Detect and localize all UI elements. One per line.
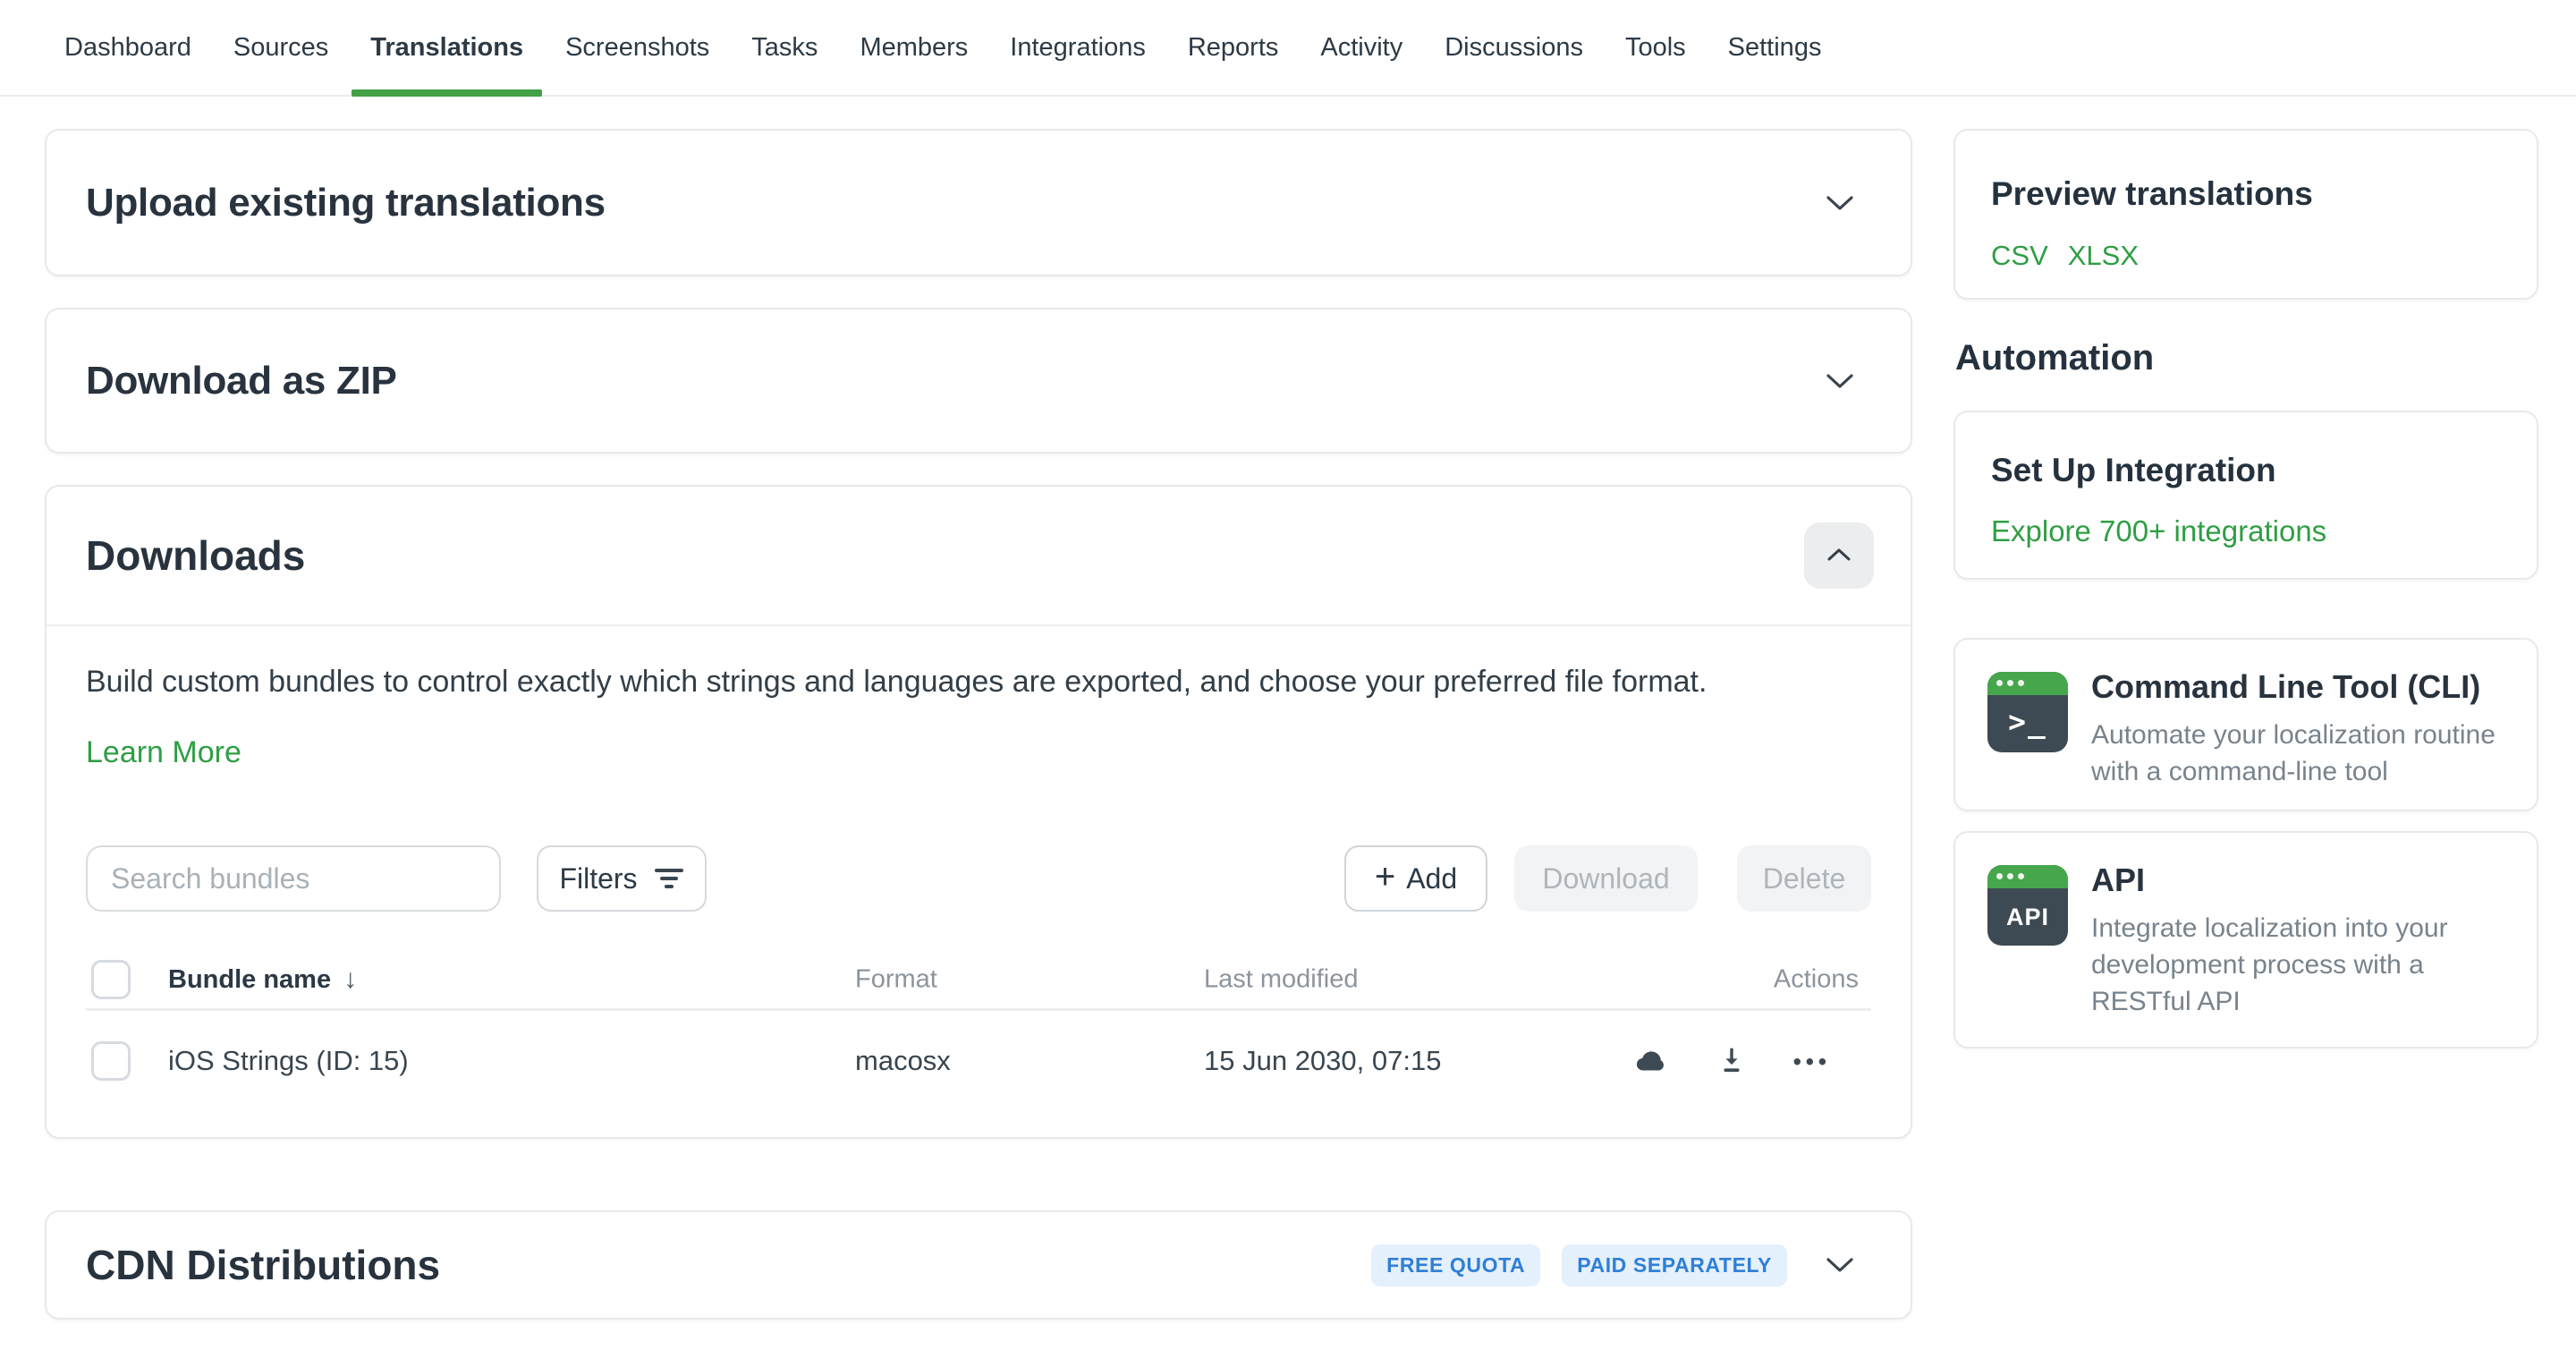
nav-tasks[interactable]: Tasks: [751, 1, 818, 95]
search-bundles-input[interactable]: [86, 845, 501, 912]
filters-button-label: Filters: [559, 862, 637, 895]
preview-translations-title: Preview translations: [1991, 175, 2501, 213]
column-actions: Actions: [1774, 965, 1859, 995]
nav-translations[interactable]: Translations: [370, 1, 523, 95]
column-bundle-name[interactable]: Bundle name ↓: [168, 964, 357, 995]
automation-heading: Automation: [1955, 338, 2154, 378]
bundle-name-cell: iOS Strings (ID: 15): [168, 1045, 409, 1077]
cloud-export-button[interactable]: [1631, 1044, 1670, 1079]
cloud-icon: [1631, 1044, 1670, 1079]
api-glyph: API: [1987, 888, 2068, 946]
api-card-description: Integrate localization into your develop…: [2091, 910, 2510, 1020]
nav-screenshots[interactable]: Screenshots: [565, 1, 709, 95]
paid-separately-badge: PAID SEPARATELY: [1562, 1244, 1787, 1286]
nav-activity[interactable]: Activity: [1320, 1, 1402, 95]
cli-card-description: Automate your localization routine with …: [2091, 717, 2510, 790]
nav-integrations[interactable]: Integrations: [1010, 1, 1146, 95]
chevron-down-icon[interactable]: [1825, 194, 1855, 212]
sort-desc-icon: ↓: [343, 964, 357, 995]
plus-icon: +: [1375, 859, 1395, 895]
download-button[interactable]: Download: [1514, 845, 1698, 912]
setup-integration-title: Set Up Integration: [1991, 452, 2501, 489]
learn-more-link[interactable]: Learn More: [86, 735, 242, 770]
cli-terminal-icon: >_: [1987, 672, 2068, 752]
nav-tools[interactable]: Tools: [1625, 1, 1686, 95]
nav-sources[interactable]: Sources: [233, 1, 328, 95]
column-format: Format: [855, 965, 937, 995]
column-bundle-name-label: Bundle name: [168, 965, 331, 995]
cli-card-title: Command Line Tool (CLI): [2091, 668, 2510, 706]
delete-button[interactable]: Delete: [1737, 845, 1871, 912]
download-zip-card[interactable]: Download as ZIP: [45, 308, 1912, 454]
top-nav: Dashboard Sources Translations Screensho…: [0, 0, 2576, 97]
ellipsis-icon: •••: [1793, 1049, 1831, 1073]
downloads-card: Downloads Build custom bundles to contro…: [45, 485, 1912, 1139]
row-actions: •••: [1631, 1044, 1831, 1079]
nav-reports[interactable]: Reports: [1188, 1, 1279, 95]
add-button-label: Add: [1406, 862, 1457, 895]
cli-tool-card[interactable]: >_ Command Line Tool (CLI) Automate your…: [1953, 638, 2538, 811]
cli-prompt-glyph: >_: [1987, 695, 2068, 752]
chevron-down-icon[interactable]: [1825, 372, 1855, 390]
select-all-checkbox[interactable]: [91, 960, 131, 999]
downloads-card-title: Downloads: [86, 531, 305, 580]
cdn-distributions-card[interactable]: CDN Distributions FREE QUOTA PAID SEPARA…: [45, 1210, 1912, 1320]
upload-card-title: Upload existing translations: [86, 181, 606, 225]
cdn-card-title: CDN Distributions: [86, 1241, 440, 1289]
downloads-description: Build custom bundles to control exactly …: [86, 660, 1871, 703]
api-window-icon: API: [1987, 865, 2068, 946]
download-bundle-button[interactable]: [1716, 1044, 1747, 1079]
active-tab-underline: [352, 89, 542, 97]
downloads-card-header: Downloads: [47, 487, 1911, 626]
nav-dashboard[interactable]: Dashboard: [64, 1, 191, 95]
api-card-title: API: [2091, 861, 2510, 899]
add-bundle-button[interactable]: + Add: [1344, 845, 1487, 912]
filter-icon: [654, 868, 684, 890]
setup-integration-card: Set Up Integration Explore 700+ integrat…: [1953, 411, 2538, 580]
last-modified-cell: 15 Jun 2030, 07:15: [1204, 1045, 1441, 1077]
nav-settings[interactable]: Settings: [1728, 1, 1822, 95]
collapse-button[interactable]: [1804, 522, 1874, 589]
preview-translations-card: Preview translations CSV XLSX: [1953, 129, 2538, 300]
table-row: iOS Strings (ID: 15) macosx 15 Jun 2030,…: [86, 1011, 1871, 1111]
row-checkbox[interactable]: [91, 1041, 131, 1081]
nav-discussions[interactable]: Discussions: [1445, 1, 1583, 95]
download-icon: [1716, 1044, 1747, 1079]
explore-integrations-link[interactable]: Explore 700+ integrations: [1991, 514, 2326, 548]
nav-members[interactable]: Members: [860, 1, 968, 95]
free-quota-badge: FREE QUOTA: [1371, 1244, 1540, 1286]
upload-translations-card[interactable]: Upload existing translations: [45, 129, 1912, 276]
api-card[interactable]: API API Integrate localization into your…: [1953, 831, 2538, 1048]
table-header: Bundle name ↓ Format Last modified Actio…: [86, 960, 1871, 999]
xlsx-link[interactable]: XLSX: [2068, 240, 2139, 272]
zip-card-title: Download as ZIP: [86, 359, 397, 403]
nav-translations-label: Translations: [370, 33, 523, 62]
row-menu-button[interactable]: •••: [1793, 1049, 1831, 1073]
format-cell: macosx: [855, 1045, 951, 1077]
downloads-controls: Filters + Add Download Delete: [86, 845, 1871, 912]
filters-button[interactable]: Filters: [537, 845, 707, 912]
csv-link[interactable]: CSV: [1991, 240, 2048, 272]
chevron-down-icon[interactable]: [1825, 1256, 1855, 1274]
chevron-up-icon: [1826, 547, 1852, 564]
column-last-modified: Last modified: [1204, 965, 1359, 995]
